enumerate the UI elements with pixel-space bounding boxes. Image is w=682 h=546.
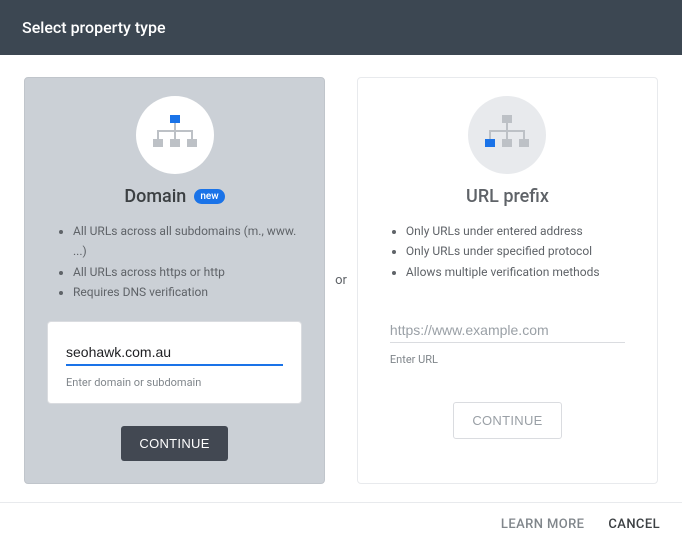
list-item: Allows multiple verification methods xyxy=(406,262,635,282)
list-item: Requires DNS verification xyxy=(73,282,302,302)
domain-input-box: Enter domain or subdomain xyxy=(47,321,302,404)
domain-property-card[interactable]: Domain new All URLs across all subdomain… xyxy=(24,77,325,484)
dialog-header: Select property type xyxy=(0,0,682,55)
learn-more-button[interactable]: LEARN MORE xyxy=(501,517,584,532)
cancel-button[interactable]: CANCEL xyxy=(608,517,660,532)
sitemap-icon xyxy=(153,115,197,155)
url-prefix-card-title: URL prefix xyxy=(466,186,549,207)
domain-input[interactable] xyxy=(66,340,283,366)
url-prefix-input-helper: Enter URL xyxy=(390,353,625,366)
url-prefix-icon-circle xyxy=(468,96,546,174)
list-item: All URLs across all subdomains (m., www.… xyxy=(73,221,302,262)
url-prefix-feature-list: Only URLs under entered address Only URL… xyxy=(380,221,635,282)
sitemap-icon xyxy=(485,115,529,155)
or-separator: or xyxy=(325,77,357,484)
url-prefix-input[interactable] xyxy=(390,318,625,343)
url-prefix-input-box: Enter URL xyxy=(380,300,635,380)
dialog-footer: LEARN MORE CANCEL xyxy=(0,502,682,546)
url-prefix-property-card[interactable]: URL prefix Only URLs under entered addre… xyxy=(357,77,658,484)
domain-title-row: Domain new xyxy=(124,186,224,207)
domain-card-title: Domain xyxy=(124,186,186,207)
domain-icon-circle xyxy=(136,96,214,174)
separator-text: or xyxy=(335,273,347,288)
dialog-content: Domain new All URLs across all subdomain… xyxy=(0,55,682,502)
dialog-title: Select property type xyxy=(22,18,166,37)
list-item: All URLs across https or http xyxy=(73,262,302,282)
domain-input-helper: Enter domain or subdomain xyxy=(66,376,283,389)
domain-feature-list: All URLs across all subdomains (m., www.… xyxy=(47,221,302,303)
list-item: Only URLs under entered address xyxy=(406,221,635,241)
url-prefix-title-row: URL prefix xyxy=(466,186,549,207)
domain-continue-button[interactable]: CONTINUE xyxy=(121,426,227,461)
new-badge: new xyxy=(194,189,224,204)
url-prefix-continue-button[interactable]: CONTINUE xyxy=(453,402,561,439)
list-item: Only URLs under specified protocol xyxy=(406,241,635,261)
